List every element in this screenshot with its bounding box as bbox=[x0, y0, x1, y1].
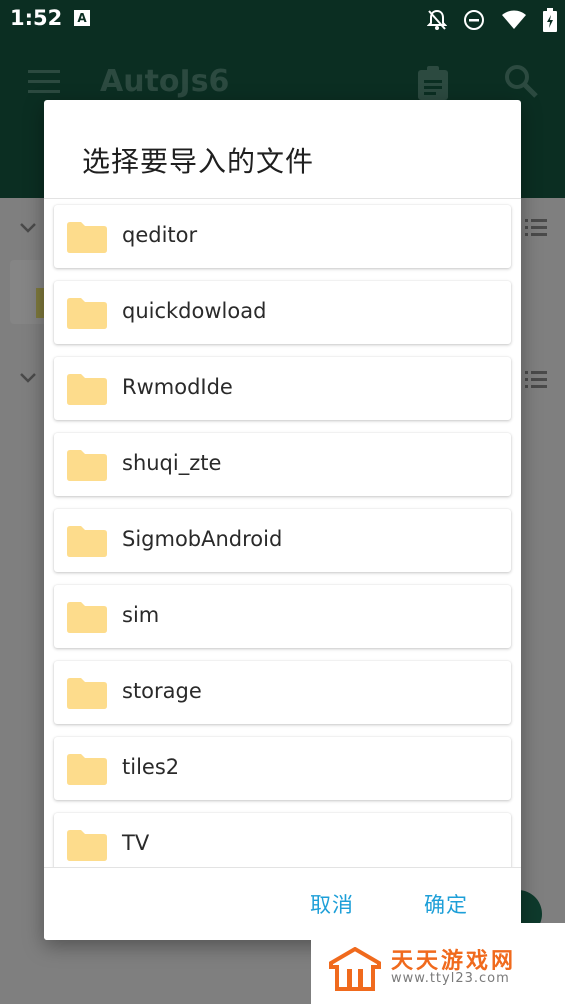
cancel-button[interactable]: 取消 bbox=[310, 889, 354, 919]
chevron-down-icon bbox=[20, 223, 36, 233]
file-name: shuqi_zte bbox=[122, 451, 222, 475]
file-name: qeditor bbox=[122, 223, 198, 247]
file-list[interactable]: qeditor quickdowload RwmodIde shuqi_zte … bbox=[44, 199, 521, 940]
wifi-icon bbox=[502, 10, 526, 29]
watermark: 天天游戏网 www.ttyl23.com bbox=[311, 923, 565, 1004]
confirm-button[interactable]: 确定 bbox=[424, 889, 468, 919]
file-item-shuqi-zte[interactable]: shuqi_zte bbox=[54, 433, 511, 496]
dialog-title: 选择要导入的文件 bbox=[82, 145, 315, 178]
status-bar: 1:52 A bbox=[0, 0, 565, 38]
folder-icon bbox=[67, 298, 107, 329]
file-name: storage bbox=[122, 679, 202, 703]
file-item-quickdowload[interactable]: quickdowload bbox=[54, 281, 511, 344]
chevron-down-icon bbox=[20, 373, 36, 383]
file-item-sigmobandroid[interactable]: SigmobAndroid bbox=[54, 509, 511, 572]
search-icon[interactable] bbox=[504, 64, 538, 98]
file-name: tiles2 bbox=[122, 755, 180, 779]
file-item-tiles2[interactable]: tiles2 bbox=[54, 737, 511, 800]
folder-icon bbox=[67, 602, 107, 633]
clipboard-icon[interactable] bbox=[418, 66, 448, 100]
folder-icon bbox=[67, 374, 107, 405]
file-item-storage[interactable]: storage bbox=[54, 661, 511, 724]
app-title: AutoJs6 bbox=[100, 64, 230, 99]
status-icons bbox=[427, 8, 557, 32]
folder-icon bbox=[67, 222, 107, 253]
folder-icon bbox=[67, 754, 107, 785]
folder-icon bbox=[67, 678, 107, 709]
file-item-qeditor[interactable]: qeditor bbox=[54, 205, 511, 268]
list-view-icon bbox=[525, 371, 547, 388]
battery-icon bbox=[543, 8, 557, 32]
folder-icon bbox=[67, 526, 107, 557]
menu-icon[interactable] bbox=[28, 70, 60, 94]
file-item-rwmodide[interactable]: RwmodIde bbox=[54, 357, 511, 420]
file-name: sim bbox=[122, 603, 160, 627]
do-not-disturb-icon bbox=[464, 10, 484, 30]
notification-a-icon: A bbox=[74, 10, 90, 26]
file-name: SigmobAndroid bbox=[122, 527, 283, 551]
status-time: 1:52 bbox=[10, 6, 63, 30]
notifications-off-icon bbox=[427, 9, 447, 30]
watermark-url: www.ttyl23.com bbox=[391, 971, 510, 986]
file-name: TV bbox=[122, 831, 150, 855]
list-view-icon bbox=[525, 219, 547, 236]
watermark-logo-icon bbox=[329, 947, 381, 991]
folder-icon bbox=[67, 830, 107, 861]
file-item-sim[interactable]: sim bbox=[54, 585, 511, 648]
folder-icon bbox=[67, 450, 107, 481]
file-name: quickdowload bbox=[122, 299, 267, 323]
import-file-dialog: 选择要导入的文件 qeditor quickdowload RwmodIde s… bbox=[44, 100, 521, 940]
file-name: RwmodIde bbox=[122, 375, 233, 399]
actions-divider bbox=[44, 867, 521, 868]
